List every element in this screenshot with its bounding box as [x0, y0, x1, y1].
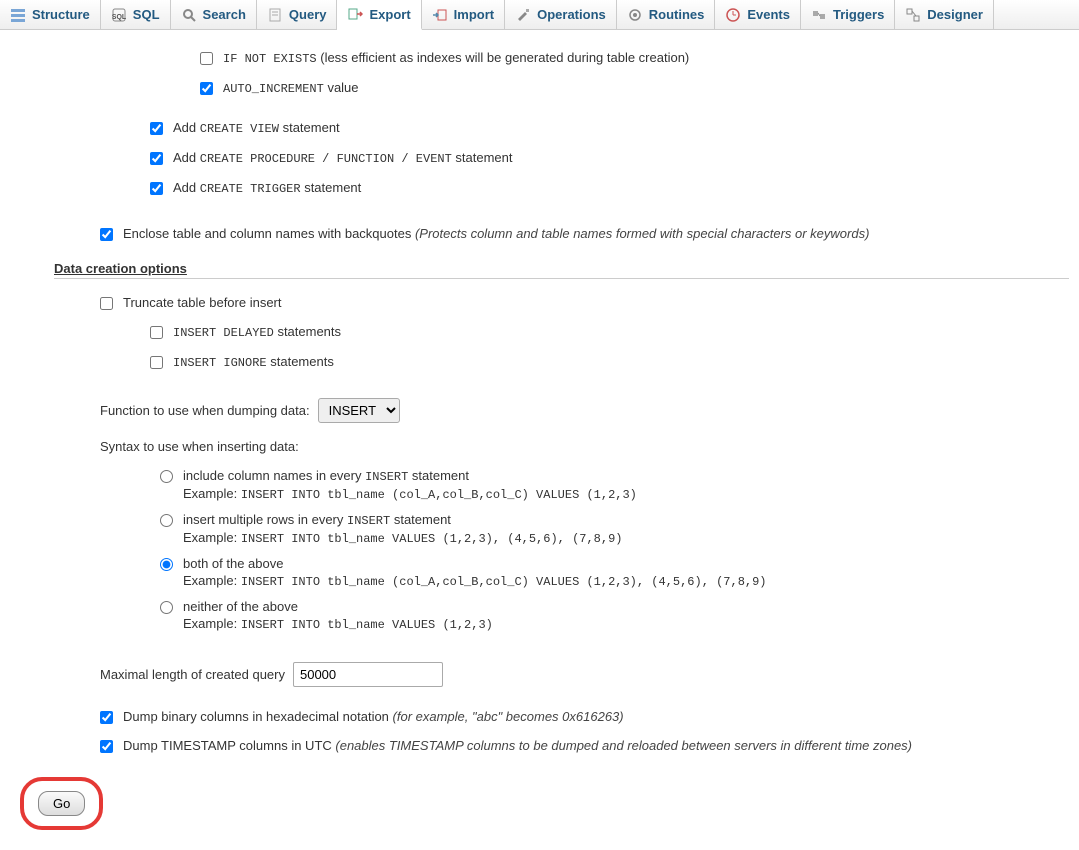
- function-to-use-select[interactable]: INSERT: [318, 398, 400, 423]
- insert-ignore-checkbox[interactable]: [150, 356, 163, 369]
- tab-operations[interactable]: Operations: [505, 0, 617, 29]
- create-view-checkbox[interactable]: [150, 122, 163, 135]
- tab-structure[interactable]: Structure: [0, 0, 101, 29]
- syntax-to-use-label: Syntax to use when inserting data:: [100, 439, 299, 454]
- insert-delayed-checkbox[interactable]: [150, 326, 163, 339]
- tab-label: Designer: [927, 7, 983, 22]
- auto-increment-checkbox[interactable]: [200, 82, 213, 95]
- events-icon: [725, 7, 741, 23]
- tab-routines[interactable]: Routines: [617, 0, 716, 29]
- tab-query[interactable]: Query: [257, 0, 338, 29]
- syntax-both-radio[interactable]: [160, 558, 173, 571]
- data-creation-options-header: Data creation options: [54, 261, 1069, 279]
- tab-search[interactable]: Search: [171, 0, 257, 29]
- operations-icon: [515, 7, 531, 23]
- tabs-bar: Structure SQL SQL Search Query Export Im…: [0, 0, 1079, 30]
- insert-delayed-label: INSERT DELAYED statements: [173, 324, 341, 340]
- auto-increment-label: AUTO_INCREMENT value: [223, 80, 359, 96]
- syntax-both-label: both of the above: [183, 556, 767, 571]
- create-procedure-checkbox[interactable]: [150, 152, 163, 165]
- go-button[interactable]: Go: [38, 791, 85, 816]
- sql-icon: SQL: [111, 7, 127, 23]
- tab-label: Structure: [32, 7, 90, 22]
- create-trigger-checkbox[interactable]: [150, 182, 163, 195]
- syntax-neither-label: neither of the above: [183, 599, 493, 614]
- tab-label: SQL: [133, 7, 160, 22]
- tab-label: Events: [747, 7, 790, 22]
- dump-binary-label: Dump binary columns in hexadecimal notat…: [123, 709, 624, 724]
- syntax-multiple-rows-label: insert multiple rows in every INSERT sta…: [183, 512, 622, 528]
- svg-text:SQL: SQL: [112, 14, 127, 21]
- create-view-label: Add CREATE VIEW statement: [173, 120, 340, 136]
- syntax-multiple-rows-radio[interactable]: [160, 514, 173, 527]
- designer-icon: [905, 7, 921, 23]
- max-length-input[interactable]: [293, 662, 443, 687]
- enclose-backquotes-checkbox[interactable]: [100, 228, 113, 241]
- syntax-include-columns-radio[interactable]: [160, 470, 173, 483]
- export-icon: [347, 6, 363, 22]
- search-icon: [181, 7, 197, 23]
- tab-designer[interactable]: Designer: [895, 0, 994, 29]
- tab-import[interactable]: Import: [422, 0, 505, 29]
- structure-icon: [10, 7, 26, 23]
- create-trigger-label: Add CREATE TRIGGER statement: [173, 180, 361, 196]
- syntax-multiple-rows-example: Example: INSERT INTO tbl_name VALUES (1,…: [183, 530, 622, 546]
- tab-export[interactable]: Export: [337, 0, 421, 30]
- query-icon: [267, 7, 283, 23]
- if-not-exists-checkbox[interactable]: [200, 52, 213, 65]
- enclose-backquotes-label: Enclose table and column names with back…: [123, 226, 869, 241]
- insert-ignore-label: INSERT IGNORE statements: [173, 354, 334, 370]
- tab-triggers[interactable]: Triggers: [801, 0, 895, 29]
- triggers-icon: [811, 7, 827, 23]
- truncate-checkbox[interactable]: [100, 297, 113, 310]
- create-procedure-label: Add CREATE PROCEDURE / FUNCTION / EVENT …: [173, 150, 513, 166]
- syntax-neither-radio[interactable]: [160, 601, 173, 614]
- tab-label: Export: [369, 7, 410, 22]
- tab-sql[interactable]: SQL SQL: [101, 0, 171, 29]
- export-form: IF NOT EXISTS (less efficient as indexes…: [0, 30, 1079, 850]
- max-length-label: Maximal length of created query: [100, 667, 285, 682]
- tab-label: Triggers: [833, 7, 884, 22]
- tab-label: Query: [289, 7, 327, 22]
- truncate-label: Truncate table before insert: [123, 295, 282, 310]
- function-to-use-label: Function to use when dumping data:: [100, 403, 310, 418]
- tab-label: Routines: [649, 7, 705, 22]
- go-button-highlight: Go: [20, 777, 103, 830]
- dump-timestamp-label: Dump TIMESTAMP columns in UTC (enables T…: [123, 738, 912, 753]
- import-icon: [432, 7, 448, 23]
- tab-label: Import: [454, 7, 494, 22]
- tab-events[interactable]: Events: [715, 0, 801, 29]
- syntax-include-columns-label: include column names in every INSERT sta…: [183, 468, 637, 484]
- if-not-exists-label: IF NOT EXISTS (less efficient as indexes…: [223, 50, 689, 66]
- routines-icon: [627, 7, 643, 23]
- dump-timestamp-checkbox[interactable]: [100, 740, 113, 753]
- tab-label: Operations: [537, 7, 606, 22]
- syntax-include-columns-example: Example: INSERT INTO tbl_name (col_A,col…: [183, 486, 637, 502]
- dump-binary-checkbox[interactable]: [100, 711, 113, 724]
- syntax-both-example: Example: INSERT INTO tbl_name (col_A,col…: [183, 573, 767, 589]
- syntax-neither-example: Example: INSERT INTO tbl_name VALUES (1,…: [183, 616, 493, 632]
- tab-label: Search: [203, 7, 246, 22]
